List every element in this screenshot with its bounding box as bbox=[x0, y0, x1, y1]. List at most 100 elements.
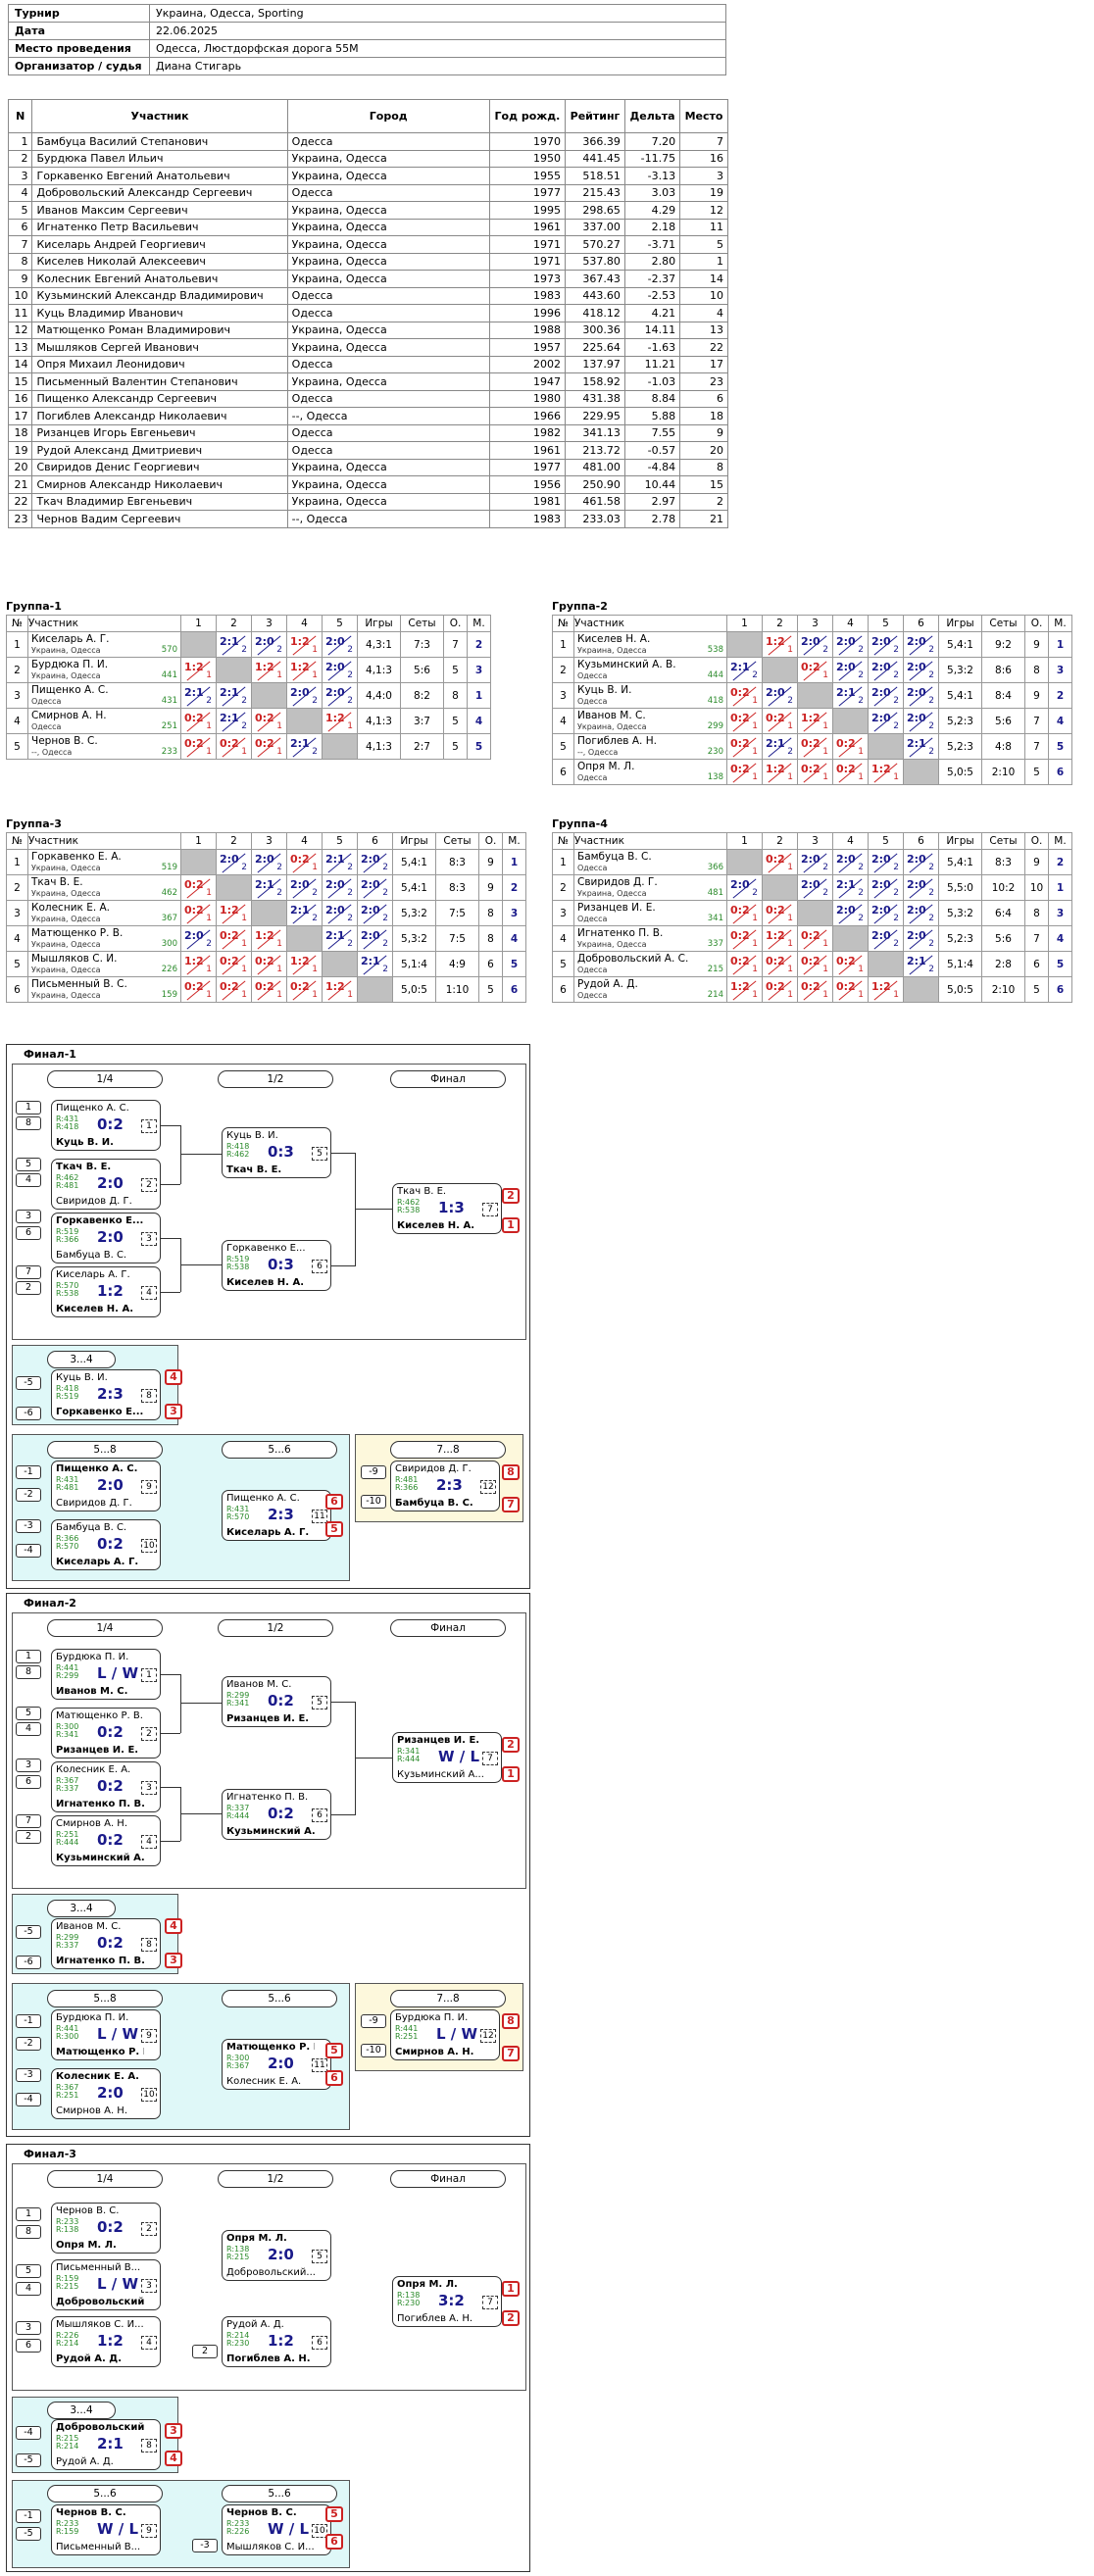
match-box: Мышляков С. И... R:226 R:214 1:2 4 Рудой А. Д… bbox=[51, 2316, 161, 2367]
player-cell: Одесса bbox=[286, 304, 490, 322]
group-player-name: Чернов В. С. bbox=[31, 734, 98, 747]
final-place: 5 bbox=[325, 2043, 343, 2058]
player-cell: Украина, Одесса bbox=[286, 372, 490, 391]
player-cell: 2002 bbox=[488, 355, 567, 373]
match-points: 2 bbox=[347, 645, 353, 655]
set-score: 2:0 bbox=[290, 686, 310, 699]
player-cell: Киселарь Андрей Георгиевич bbox=[31, 235, 288, 254]
group-row: 6 Письменный В. С. Украина, Одесса 159 0:2 1 0… bbox=[6, 976, 526, 1003]
group-score-cell: 2:1 2 bbox=[762, 733, 798, 760]
player-cell: 10 bbox=[679, 286, 728, 305]
match-player-top: Чернов В. С. bbox=[56, 2205, 120, 2216]
group-header-cell: 3 bbox=[797, 615, 833, 632]
match-rating-bottom: R:215 bbox=[226, 2253, 250, 2261]
set-score: 0:2 bbox=[184, 904, 204, 916]
group-score-cell: 2:0 2 bbox=[868, 925, 904, 952]
group-player-rating: 441 bbox=[161, 670, 177, 680]
group-player-city: Одесса bbox=[31, 721, 62, 731]
seed-box: -4 bbox=[16, 1544, 41, 1558]
group-score-cell: 2:0 2 bbox=[322, 631, 358, 658]
group-score-cell: 0:2 1 bbox=[762, 708, 798, 734]
group-player-name: Смирнов А. Н. bbox=[31, 709, 107, 721]
group-player-name: Бамбуца В. С. bbox=[577, 850, 652, 863]
group-player-name: Бурдюка П. И. bbox=[31, 658, 109, 670]
seed-box: 2 bbox=[16, 1281, 41, 1295]
match-number: 6 bbox=[312, 1808, 327, 1822]
seed-box: -5 bbox=[16, 1376, 41, 1390]
final-place: 5 bbox=[325, 2506, 343, 2522]
group-header-cell: 1 bbox=[726, 615, 763, 632]
set-score: 2:1 bbox=[290, 904, 310, 916]
match-player-top: Бурдюка П. И. bbox=[395, 2012, 469, 2023]
group-table: № Участник 1 2 3 4 5 6 Игры Сеты О. М. 1 Бамбуца В. С… bbox=[552, 832, 1072, 1003]
round-label: 5...8 bbox=[47, 1441, 163, 1459]
group-header-cell: 1 bbox=[180, 615, 217, 632]
group-score-cell: 1:2 1 bbox=[216, 900, 252, 926]
player-cell: 367.43 bbox=[565, 270, 625, 288]
match-result: 0:2 bbox=[97, 1777, 124, 1795]
group-header-cell: 5 bbox=[868, 615, 904, 632]
info-value: 22.06.2025 bbox=[149, 22, 726, 40]
match-points: 1 bbox=[312, 990, 318, 1000]
player-cell: Кузьминский Александр Владимирович bbox=[31, 286, 288, 305]
match-points: 2 bbox=[928, 670, 934, 680]
group-self-cell bbox=[868, 951, 904, 977]
group-score-cell: 0:2 1 bbox=[762, 976, 798, 1003]
group-player-city: Украина, Одесса bbox=[577, 721, 647, 731]
group-row-number: 2 bbox=[552, 874, 574, 901]
group-score-cell: 2:1 2 bbox=[903, 951, 939, 977]
set-score: 2:0 bbox=[730, 878, 750, 891]
group-score-cell: 2:0 2 bbox=[180, 925, 217, 952]
match-points: 2 bbox=[206, 696, 212, 706]
player-cell: Одесса bbox=[286, 389, 490, 408]
group-place: 2 bbox=[502, 874, 526, 901]
match-points: 2 bbox=[312, 696, 318, 706]
bracket-line bbox=[331, 1702, 355, 1703]
group-player-rating: 431 bbox=[161, 696, 177, 706]
group-player-name: Погиблев А. Н. bbox=[577, 734, 657, 747]
player-cell: 1982 bbox=[488, 423, 567, 442]
group-points: 5 bbox=[1024, 759, 1049, 785]
round-label: Финал bbox=[390, 1619, 506, 1637]
group-place: 1 bbox=[502, 849, 526, 875]
match-box: Игнатенко П. В. R:337 R:444 0:2 6 Кузьминский… bbox=[222, 1789, 331, 1840]
player-cell: 443.60 bbox=[565, 286, 625, 305]
match-player-bottom: Киселарь А. Г. bbox=[226, 1527, 310, 1538]
group-score-cell: 0:2 1 bbox=[726, 708, 763, 734]
bracket-line bbox=[161, 1674, 180, 1675]
match-result: 2:0 bbox=[97, 1174, 124, 1192]
match-points: 2 bbox=[858, 863, 864, 872]
seed-box: -10 bbox=[361, 2044, 386, 2057]
group-row-number: 6 bbox=[552, 759, 574, 785]
group-games: 4,3:1 bbox=[357, 631, 401, 658]
set-score: 2:1 bbox=[290, 737, 310, 750]
match-points: 1 bbox=[241, 939, 247, 949]
group-row-number: 6 bbox=[552, 976, 574, 1003]
match-number: 10 bbox=[141, 2088, 157, 2102]
group-header-cell: 6 bbox=[903, 615, 939, 632]
group-place: 4 bbox=[502, 925, 526, 952]
match-points: 1 bbox=[752, 990, 758, 1000]
seed-box: 1 bbox=[16, 1101, 41, 1115]
group-score-cell: 2:1 2 bbox=[726, 657, 763, 683]
group-player-cell: Погиблев А. Н. --, Одесса 230 bbox=[573, 733, 727, 760]
group-sets: 3:7 bbox=[400, 708, 444, 734]
set-score: 2:0 bbox=[907, 904, 926, 916]
group-player-city: Одесса bbox=[577, 965, 608, 974]
player-cell: Добровольский Александр Сергеевич bbox=[31, 183, 288, 202]
match-points: 2 bbox=[347, 888, 353, 898]
match-points: 1 bbox=[276, 721, 282, 731]
seed-box: -3 bbox=[16, 1519, 41, 1533]
player-cell: 14 bbox=[7, 355, 33, 373]
group-score-cell: 2:0 2 bbox=[286, 682, 323, 709]
group-score-cell: 0:2 1 bbox=[832, 759, 869, 785]
set-score: 2:0 bbox=[871, 712, 891, 724]
set-score: 0:2 bbox=[290, 853, 310, 866]
group-header-cell: О. bbox=[478, 832, 503, 850]
match-number: 1 bbox=[141, 1119, 157, 1133]
match-result: W / L bbox=[268, 2520, 310, 2538]
group-score-cell: 2:0 2 bbox=[726, 874, 763, 901]
match-player-top: Куць В. И. bbox=[56, 1372, 108, 1383]
match-points: 1 bbox=[752, 772, 758, 782]
match-number: 6 bbox=[312, 1260, 327, 1273]
